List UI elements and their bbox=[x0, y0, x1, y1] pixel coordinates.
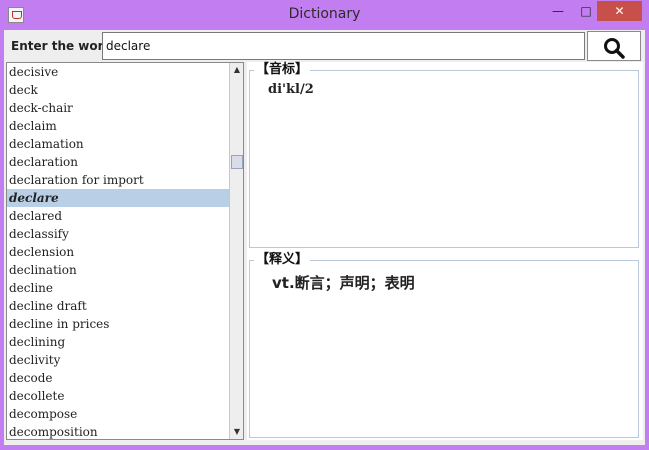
arrow-down-icon[interactable]: ▼ bbox=[230, 425, 243, 439]
search-button[interactable] bbox=[587, 31, 641, 61]
list-item[interactable]: decline in prices bbox=[7, 315, 243, 333]
result-panel: 【音标】 di'kl/2 【释义】 vt.断言；声明；表明 bbox=[247, 62, 643, 440]
list-item[interactable]: deck-chair bbox=[7, 99, 243, 117]
list-item[interactable]: declamation bbox=[7, 135, 243, 153]
phonetic-text: di'kl/2 bbox=[268, 82, 314, 97]
list-item[interactable]: deck bbox=[7, 81, 243, 99]
app-window: Dictionary — □ ✕ Enter the word declare … bbox=[0, 0, 649, 450]
list-item[interactable]: declassify bbox=[7, 225, 243, 243]
search-icon bbox=[604, 38, 625, 59]
phonetic-section: 【音标】 di'kl/2 bbox=[249, 62, 639, 248]
list-item[interactable]: declared bbox=[7, 207, 243, 225]
list-item[interactable]: declare bbox=[7, 189, 243, 207]
list-item[interactable]: declaim bbox=[7, 117, 243, 135]
word-list-scrollbar[interactable]: ▲ ▼ bbox=[229, 63, 243, 439]
list-item[interactable]: decline draft bbox=[7, 297, 243, 315]
list-item[interactable]: decomposition bbox=[7, 423, 243, 439]
word-input[interactable]: declare bbox=[102, 32, 585, 60]
enter-word-label: Enter the word bbox=[11, 39, 113, 53]
word-list-items: decisive deck deck-chair declaim declamation… bbox=[7, 63, 243, 439]
list-item[interactable]: declaration bbox=[7, 153, 243, 171]
list-item[interactable]: declaration for import bbox=[7, 171, 243, 189]
title-bar[interactable]: Dictionary — □ ✕ bbox=[0, 0, 649, 30]
list-item[interactable]: declension bbox=[7, 243, 243, 261]
list-item[interactable]: decompose bbox=[7, 405, 243, 423]
definition-text: vt.断言；声明；表明 bbox=[272, 274, 415, 292]
word-list[interactable]: decisive deck deck-chair declaim declamation… bbox=[6, 62, 244, 440]
close-button[interactable]: ✕ bbox=[597, 1, 642, 21]
client-area: Enter the word declare decisive deck deck-… bbox=[4, 30, 645, 445]
definition-title: 【释义】 bbox=[254, 252, 311, 268]
maximize-button[interactable]: □ bbox=[573, 1, 599, 21]
definition-section: 【释义】 vt.断言；声明；表明 bbox=[249, 252, 639, 438]
arrow-up-icon[interactable]: ▲ bbox=[230, 63, 243, 77]
list-item[interactable]: declining bbox=[7, 333, 243, 351]
list-item[interactable]: declivity bbox=[7, 351, 243, 369]
list-item[interactable]: decline bbox=[7, 279, 243, 297]
list-item[interactable]: decisive bbox=[7, 63, 243, 81]
phonetic-title: 【音标】 bbox=[254, 62, 311, 78]
minimize-button[interactable]: — bbox=[545, 1, 571, 21]
list-item[interactable]: declination bbox=[7, 261, 243, 279]
scrollbar-thumb[interactable] bbox=[231, 155, 243, 169]
list-item[interactable]: decode bbox=[7, 369, 243, 387]
list-item[interactable]: decollete bbox=[7, 387, 243, 405]
